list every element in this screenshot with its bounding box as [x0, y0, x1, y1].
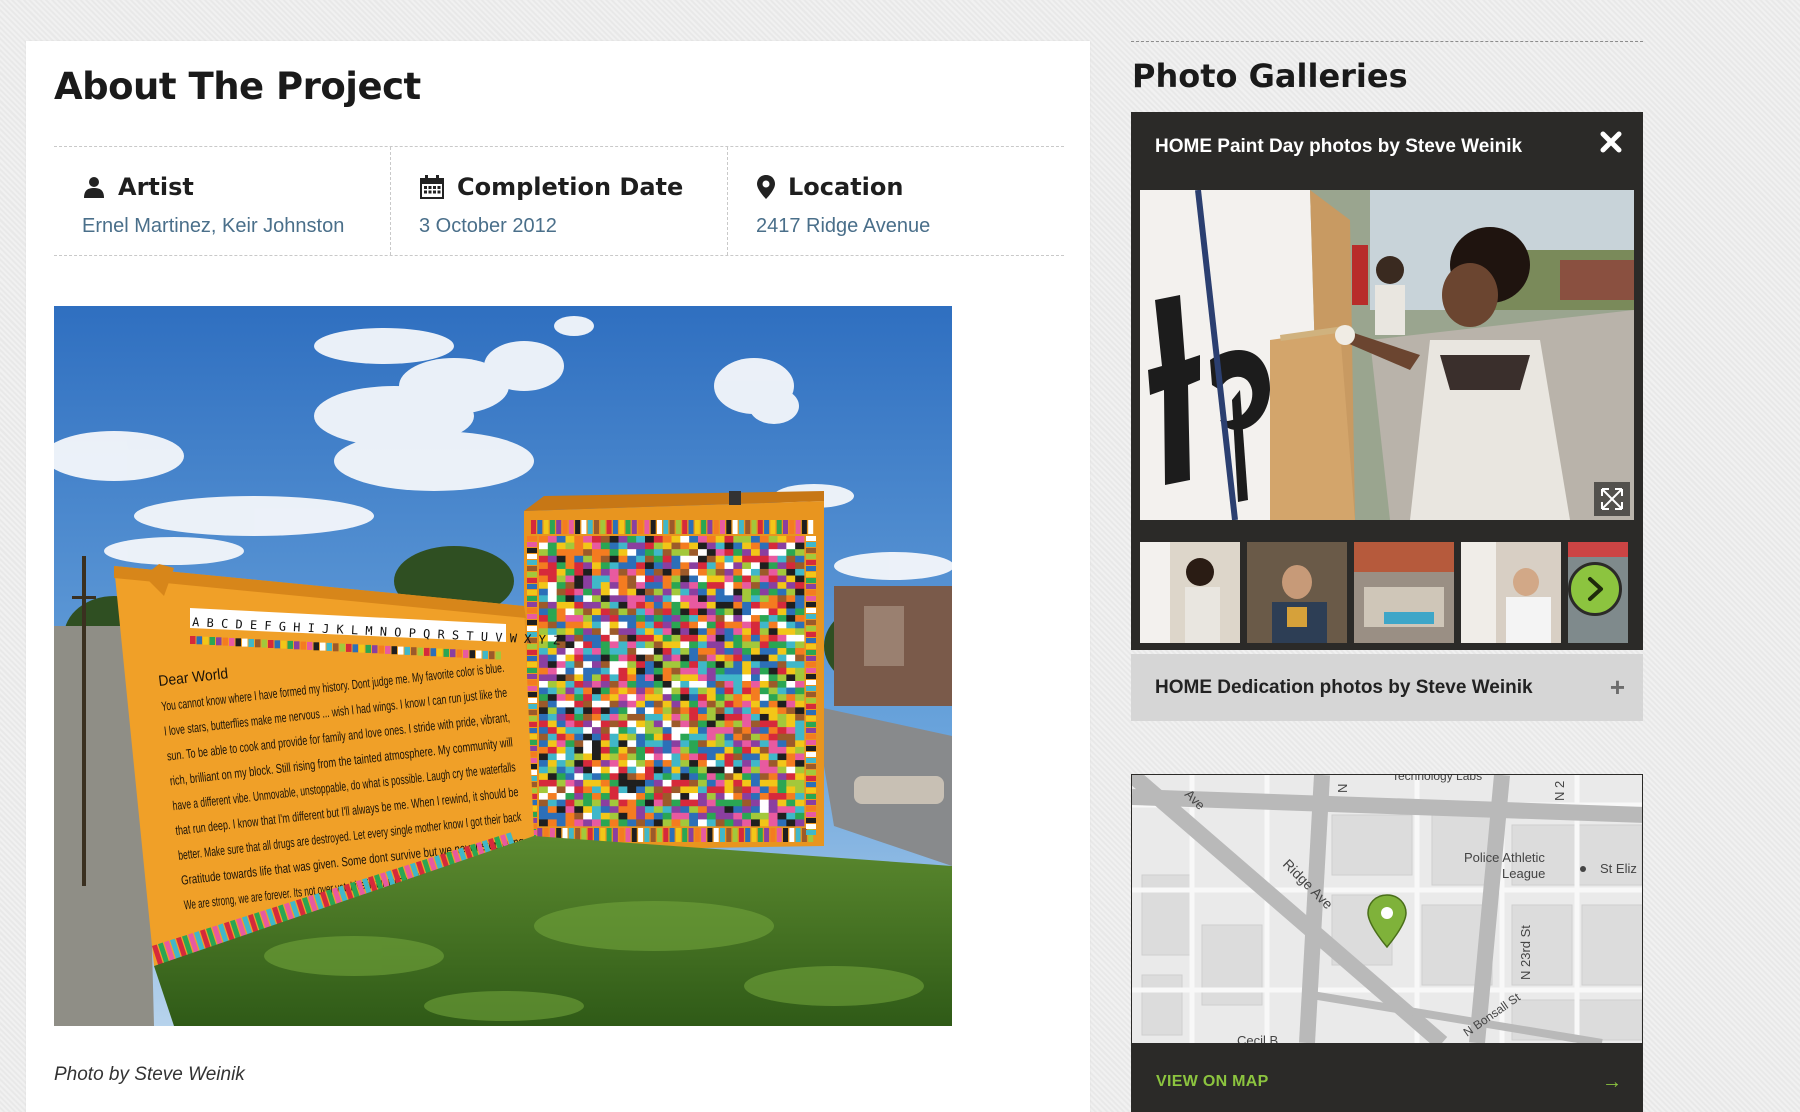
project-card: About The Project Artist Ernel Martinez,… — [26, 41, 1090, 1112]
location-value: 2417 Ridge Avenue — [756, 215, 931, 237]
photo-caption: Photo by Steve Weinik — [54, 1064, 245, 1085]
gallery-panel-open: HOME Paint Day photos by Steve Weinik — [1131, 112, 1643, 650]
gallery-thumbnail[interactable] — [1140, 542, 1240, 643]
gallery-photo-image — [1140, 190, 1634, 520]
map-label-n2: N 2 — [1552, 781, 1567, 801]
view-on-map-label: VIEW ON MAP — [1156, 1073, 1269, 1090]
gallery-panel-collapsed[interactable]: HOME Dedication photos by Steve Weinik + — [1131, 654, 1643, 721]
completion-date-meta: Completion Date 3 October 2012 — [390, 147, 727, 255]
chevron-right-icon[interactable] — [1568, 562, 1622, 616]
project-meta-row: Artist Ernel Martinez, Keir Johnston Com… — [54, 146, 1064, 256]
user-icon — [82, 175, 106, 199]
artist-meta: Artist Ernel Martinez, Keir Johnston — [54, 147, 390, 255]
map-canvas: Technology Labs Ave Ridge Ave Police Ath… — [1132, 775, 1642, 1050]
mural-photo[interactable]: A B C D E F G H I J K L M N O P Q R S T … — [54, 306, 952, 1026]
gallery-title[interactable]: HOME Paint Day photos by Steve Weinik — [1155, 136, 1522, 158]
gallery-thumbnail[interactable] — [1354, 542, 1454, 643]
gallery-main-photo[interactable] — [1140, 190, 1634, 520]
gallery-thumbnail[interactable] — [1247, 542, 1347, 643]
view-on-map-button[interactable]: VIEW ON MAP → — [1132, 1043, 1642, 1112]
arrow-right-icon: → — [1602, 1071, 1622, 1093]
location-label: Location — [788, 173, 904, 201]
map-label-st-eliz: St Eliz — [1600, 861, 1637, 876]
expand-icon[interactable] — [1594, 482, 1630, 516]
map-label-police-athletic: Police Athletic — [1464, 850, 1545, 865]
map-label-league: League — [1502, 866, 1545, 881]
mural-photo-image: A B C D E F G H I J K L M N O P Q R S T … — [54, 306, 952, 1026]
sidebar-divider — [1131, 41, 1643, 42]
location-map[interactable]: Technology Labs Ave Ridge Ave Police Ath… — [1131, 774, 1643, 1112]
artist-value: Ernel Martinez, Keir Johnston — [82, 215, 345, 237]
artist-label: Artist — [118, 173, 194, 201]
close-icon[interactable] — [1599, 130, 1623, 154]
map-label-n: N — [1335, 784, 1350, 793]
map-pin-icon — [756, 174, 776, 200]
page-title: About The Project — [54, 65, 421, 108]
gallery-collapsed-title: HOME Dedication photos by Steve Weinik — [1155, 677, 1533, 698]
gallery-thumbnail[interactable] — [1461, 542, 1561, 643]
location-meta: Location 2417 Ridge Avenue — [727, 147, 1064, 255]
plus-icon[interactable]: + — [1610, 674, 1625, 700]
photo-galleries-heading: Photo Galleries — [1132, 57, 1408, 95]
completion-date-label: Completion Date — [457, 173, 684, 201]
calendar-icon — [419, 174, 445, 200]
completion-date-value: 3 October 2012 — [419, 215, 557, 237]
map-label-tech-labs: Technology Labs — [1392, 775, 1482, 783]
gallery-thumbnails — [1140, 542, 1634, 643]
map-label-cecil: Cecil B — [1237, 1033, 1278, 1043]
mural-checker-pattern — [527, 520, 816, 842]
map-label-n-23rd: N 23rd St — [1518, 925, 1533, 980]
